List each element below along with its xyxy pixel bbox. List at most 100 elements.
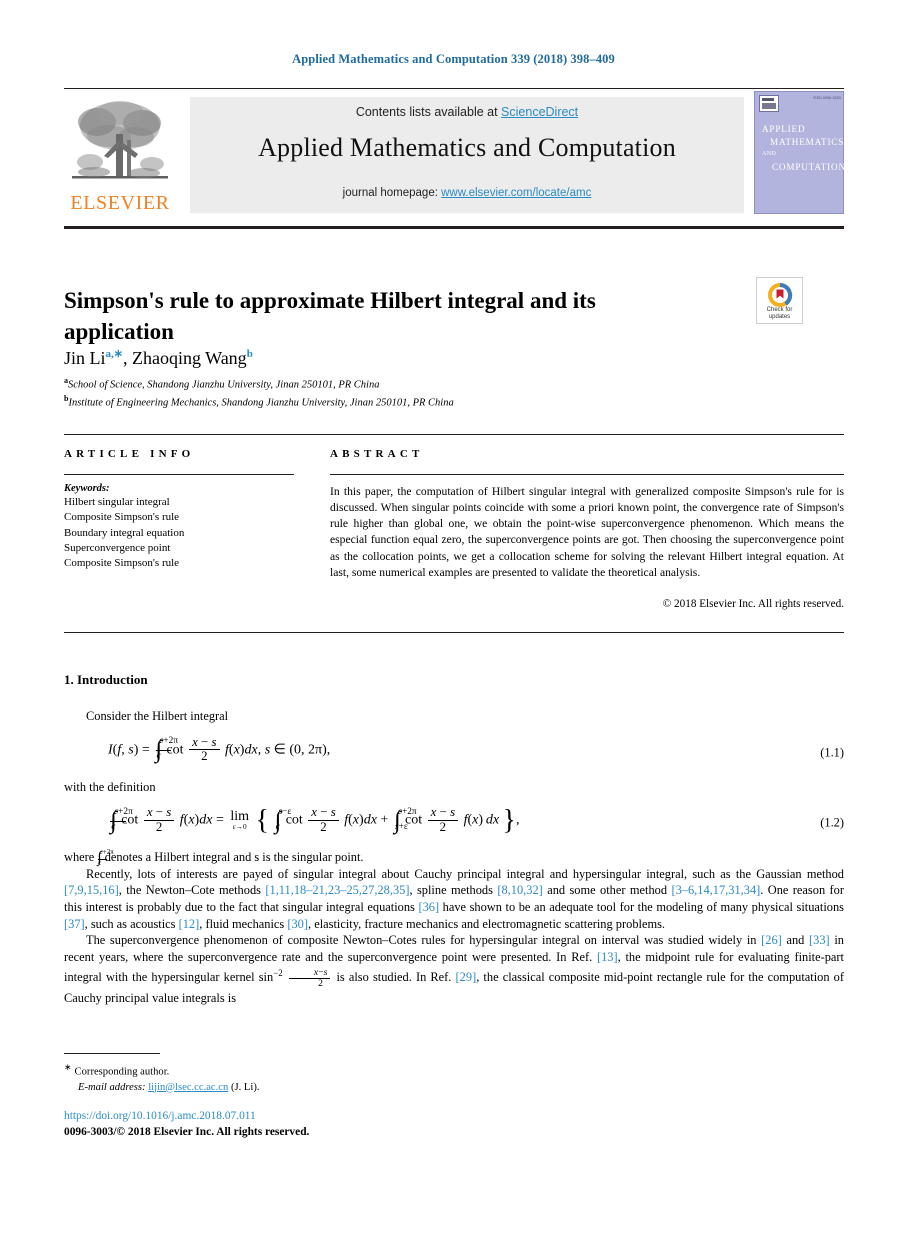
cover-title-line3: AND	[762, 151, 777, 157]
article-info-rule	[64, 474, 294, 475]
citation-ref[interactable]: [12]	[179, 917, 200, 931]
journal-homepage-link[interactable]: www.elsevier.com/locate/amc	[441, 187, 591, 199]
affiliation-text-b: Institute of Engineering Mechanics, Shan…	[68, 397, 454, 409]
author-name-1[interactable]: Jin Li	[64, 348, 106, 368]
citation-ref[interactable]: [13]	[597, 950, 618, 964]
crossmark-label: Check for updates	[757, 307, 802, 321]
email-owner: (J. Li).	[230, 1081, 260, 1093]
equation-1-1-content: I(f, s) = ∫c+2πc cot x − s2 f(x)dx, s ∈ …	[108, 734, 331, 765]
contents-box: Contents lists available at ScienceDirec…	[190, 97, 744, 213]
where-prefix: where	[64, 850, 98, 865]
citation-ref[interactable]: [30]	[287, 917, 308, 931]
abstract-column: ABSTRACT In this paper, the computation …	[330, 448, 844, 610]
citation-ref[interactable]: [8,10,32]	[497, 883, 542, 897]
integral-sign-icon: ∫ s−ε c	[274, 806, 292, 835]
affiliation-item-a: aSchool of Science, Shandong Jianzhu Uni…	[64, 374, 704, 392]
citation-ref[interactable]: [7,9,15,16]	[64, 883, 119, 897]
paragraph-with-definition: with the definition	[64, 779, 156, 794]
keyword-item: Hilbert singular integral	[64, 495, 170, 508]
corresponding-author-note: ∗ Corresponding author.	[64, 1060, 564, 1080]
keyword-item: Boundary integral equation	[64, 526, 185, 539]
fraction: x − s2	[189, 735, 220, 765]
abstract-body: In this paper, the computation of Hilber…	[330, 484, 844, 579]
cover-title-line2: MATHEMATICS	[770, 136, 845, 147]
running-head: Applied Mathematics and Computation 339 …	[292, 52, 615, 66]
abstract-heading: ABSTRACT	[330, 448, 424, 460]
issn-copyright-line: 0096-3003/© 2018 Elsevier Inc. All right…	[64, 1126, 310, 1138]
fraction-inline: x−s 2	[288, 967, 331, 990]
paragraph-recently: Recently, lots of interests are payed of…	[64, 866, 844, 932]
integral-sign-icon: ∫c+2πc	[155, 736, 179, 763]
author-list: Jin Lia,∗, Zhaoqing Wangb	[64, 347, 253, 369]
citation-ref[interactable]: [26]	[761, 933, 782, 947]
integral-sign-icon: ∫c+2πc	[110, 806, 133, 833]
paragraph-lead-in: Consider the Hilbert integral	[86, 709, 229, 723]
banner-top-rule	[64, 88, 844, 90]
exponent-minus-two: −2	[273, 968, 283, 979]
author-2-affiliation-marks: b	[246, 348, 253, 360]
cover-issn: ISSN 0096-3003	[813, 96, 841, 100]
citation-ref[interactable]: [36]	[418, 900, 439, 914]
cover-header: ISSN 0096-3003	[759, 95, 841, 117]
text-run: is also studied. In Ref.	[332, 970, 456, 985]
text-run: , the Newton–Cote methods	[118, 883, 266, 898]
text-run: and some other method	[542, 883, 672, 898]
crossmark-label-line1: Check for	[766, 307, 793, 313]
corresponding-author-text: Corresponding author.	[74, 1066, 170, 1078]
section-number: 1.	[64, 672, 74, 687]
page-title: Simpson's rule to approximate Hilbert in…	[64, 288, 596, 345]
keywords-list: Hilbert singular integral Composite Simp…	[64, 495, 294, 572]
doi-link[interactable]: https://doi.org/10.1016/j.amc.2018.07.01…	[64, 1110, 256, 1122]
text-run: have shown to be an adequate tool for th…	[439, 899, 844, 914]
paragraph-superconvergence: The superconvergence phenomenon of compo…	[64, 932, 844, 1006]
journal-banner: ELSEVIER Contents lists available at Sci…	[64, 88, 845, 216]
sciencedirect-link[interactable]: ScienceDirect	[501, 105, 578, 119]
citation-ref[interactable]: [3–6,14,17,31,34]	[671, 883, 760, 897]
journal-cover-thumbnail[interactable]: ISSN 0096-3003 APPLIED MATHEMATICS AND C…	[754, 91, 845, 214]
email-label: E-mail address:	[78, 1081, 146, 1093]
banner-bottom-rule	[64, 226, 844, 230]
keyword-item: Composite Simpson's rule	[64, 511, 180, 524]
citation-ref[interactable]: [1,11,18–21,23–25,27,28,35]	[265, 883, 409, 897]
text-run: , such as acoustics	[84, 916, 179, 931]
article-info-column: ARTICLE INFO Keywords: Hilbert singular …	[64, 448, 294, 572]
keyword-item: Superconvergence point	[64, 542, 171, 555]
text-run: , elasticity, fracture mechanics and ele…	[308, 916, 666, 931]
body-text-column: Consider the Hilbert integral I(f, s) = …	[64, 708, 844, 1006]
equation-1-1: I(f, s) = ∫c+2πc cot x − s2 f(x)dx, s ∈ …	[64, 734, 844, 770]
where-suffix: denotes a Hilbert integral and s is the …	[101, 850, 364, 865]
email-link[interactable]: lijin@lsec.cc.ac.cn	[148, 1082, 228, 1093]
affiliation-item-b: bInstitute of Engineering Mechanics, Sha…	[64, 392, 704, 410]
contents-prefix: Contents lists available at	[355, 105, 502, 119]
elsevier-wordmark: ELSEVIER	[70, 192, 170, 214]
article-info-heading: ARTICLE INFO	[64, 448, 195, 460]
citation-ref[interactable]: [37]	[64, 917, 85, 931]
equation-1-1-number: (1.1)	[820, 745, 844, 760]
asterisk-icon: ∗	[64, 1062, 72, 1072]
paragraph-where: where ∫ c+2π c denotes a Hilbert integral …	[64, 849, 844, 866]
elsevier-tree-icon	[72, 101, 168, 179]
text-run: , spline methods	[409, 883, 498, 898]
journal-homepage-line: journal homepage: www.elsevier.com/locat…	[190, 187, 744, 199]
cover-elsevier-mark-icon	[759, 95, 779, 112]
footnote-block: ∗ Corresponding author. E-mail address: l…	[64, 1060, 564, 1095]
integral-sign-icon: ∫c+2πc	[97, 848, 114, 867]
email-note: E-mail address: lijin@lsec.cc.ac.cn (J. …	[64, 1080, 564, 1095]
cover-title: APPLIED MATHEMATICS AND COMPUTATION	[762, 123, 845, 173]
text-run: and	[781, 933, 810, 948]
text-run: , fluid mechanics	[199, 916, 288, 931]
keyword-item: Composite Simpson's rule	[64, 557, 180, 570]
citation-ref[interactable]: [29]	[456, 970, 477, 984]
affiliation-text-a: School of Science, Shandong Jianzhu Univ…	[68, 379, 380, 391]
crossmark-badge[interactable]: Check for updates	[756, 277, 803, 324]
abstract-rule	[330, 474, 844, 475]
elsevier-logo: ELSEVIER	[64, 96, 176, 216]
citation-ref[interactable]: [33]	[809, 933, 830, 947]
equation-1-2-content: ∫c+2πc cot x − s2 f(x)dx = limε→0 { ∫s−ε…	[110, 804, 520, 836]
author-name-2[interactable]: Zhaoqing Wang	[132, 348, 247, 368]
section-heading-introduction: 1. Introduction	[64, 672, 148, 688]
text-run: Recently, lots of interests are payed of…	[86, 866, 844, 881]
journal-title: Applied Mathematics and Computation	[258, 133, 676, 162]
author-separator: ,	[122, 348, 132, 368]
left-brace: {	[255, 804, 269, 836]
